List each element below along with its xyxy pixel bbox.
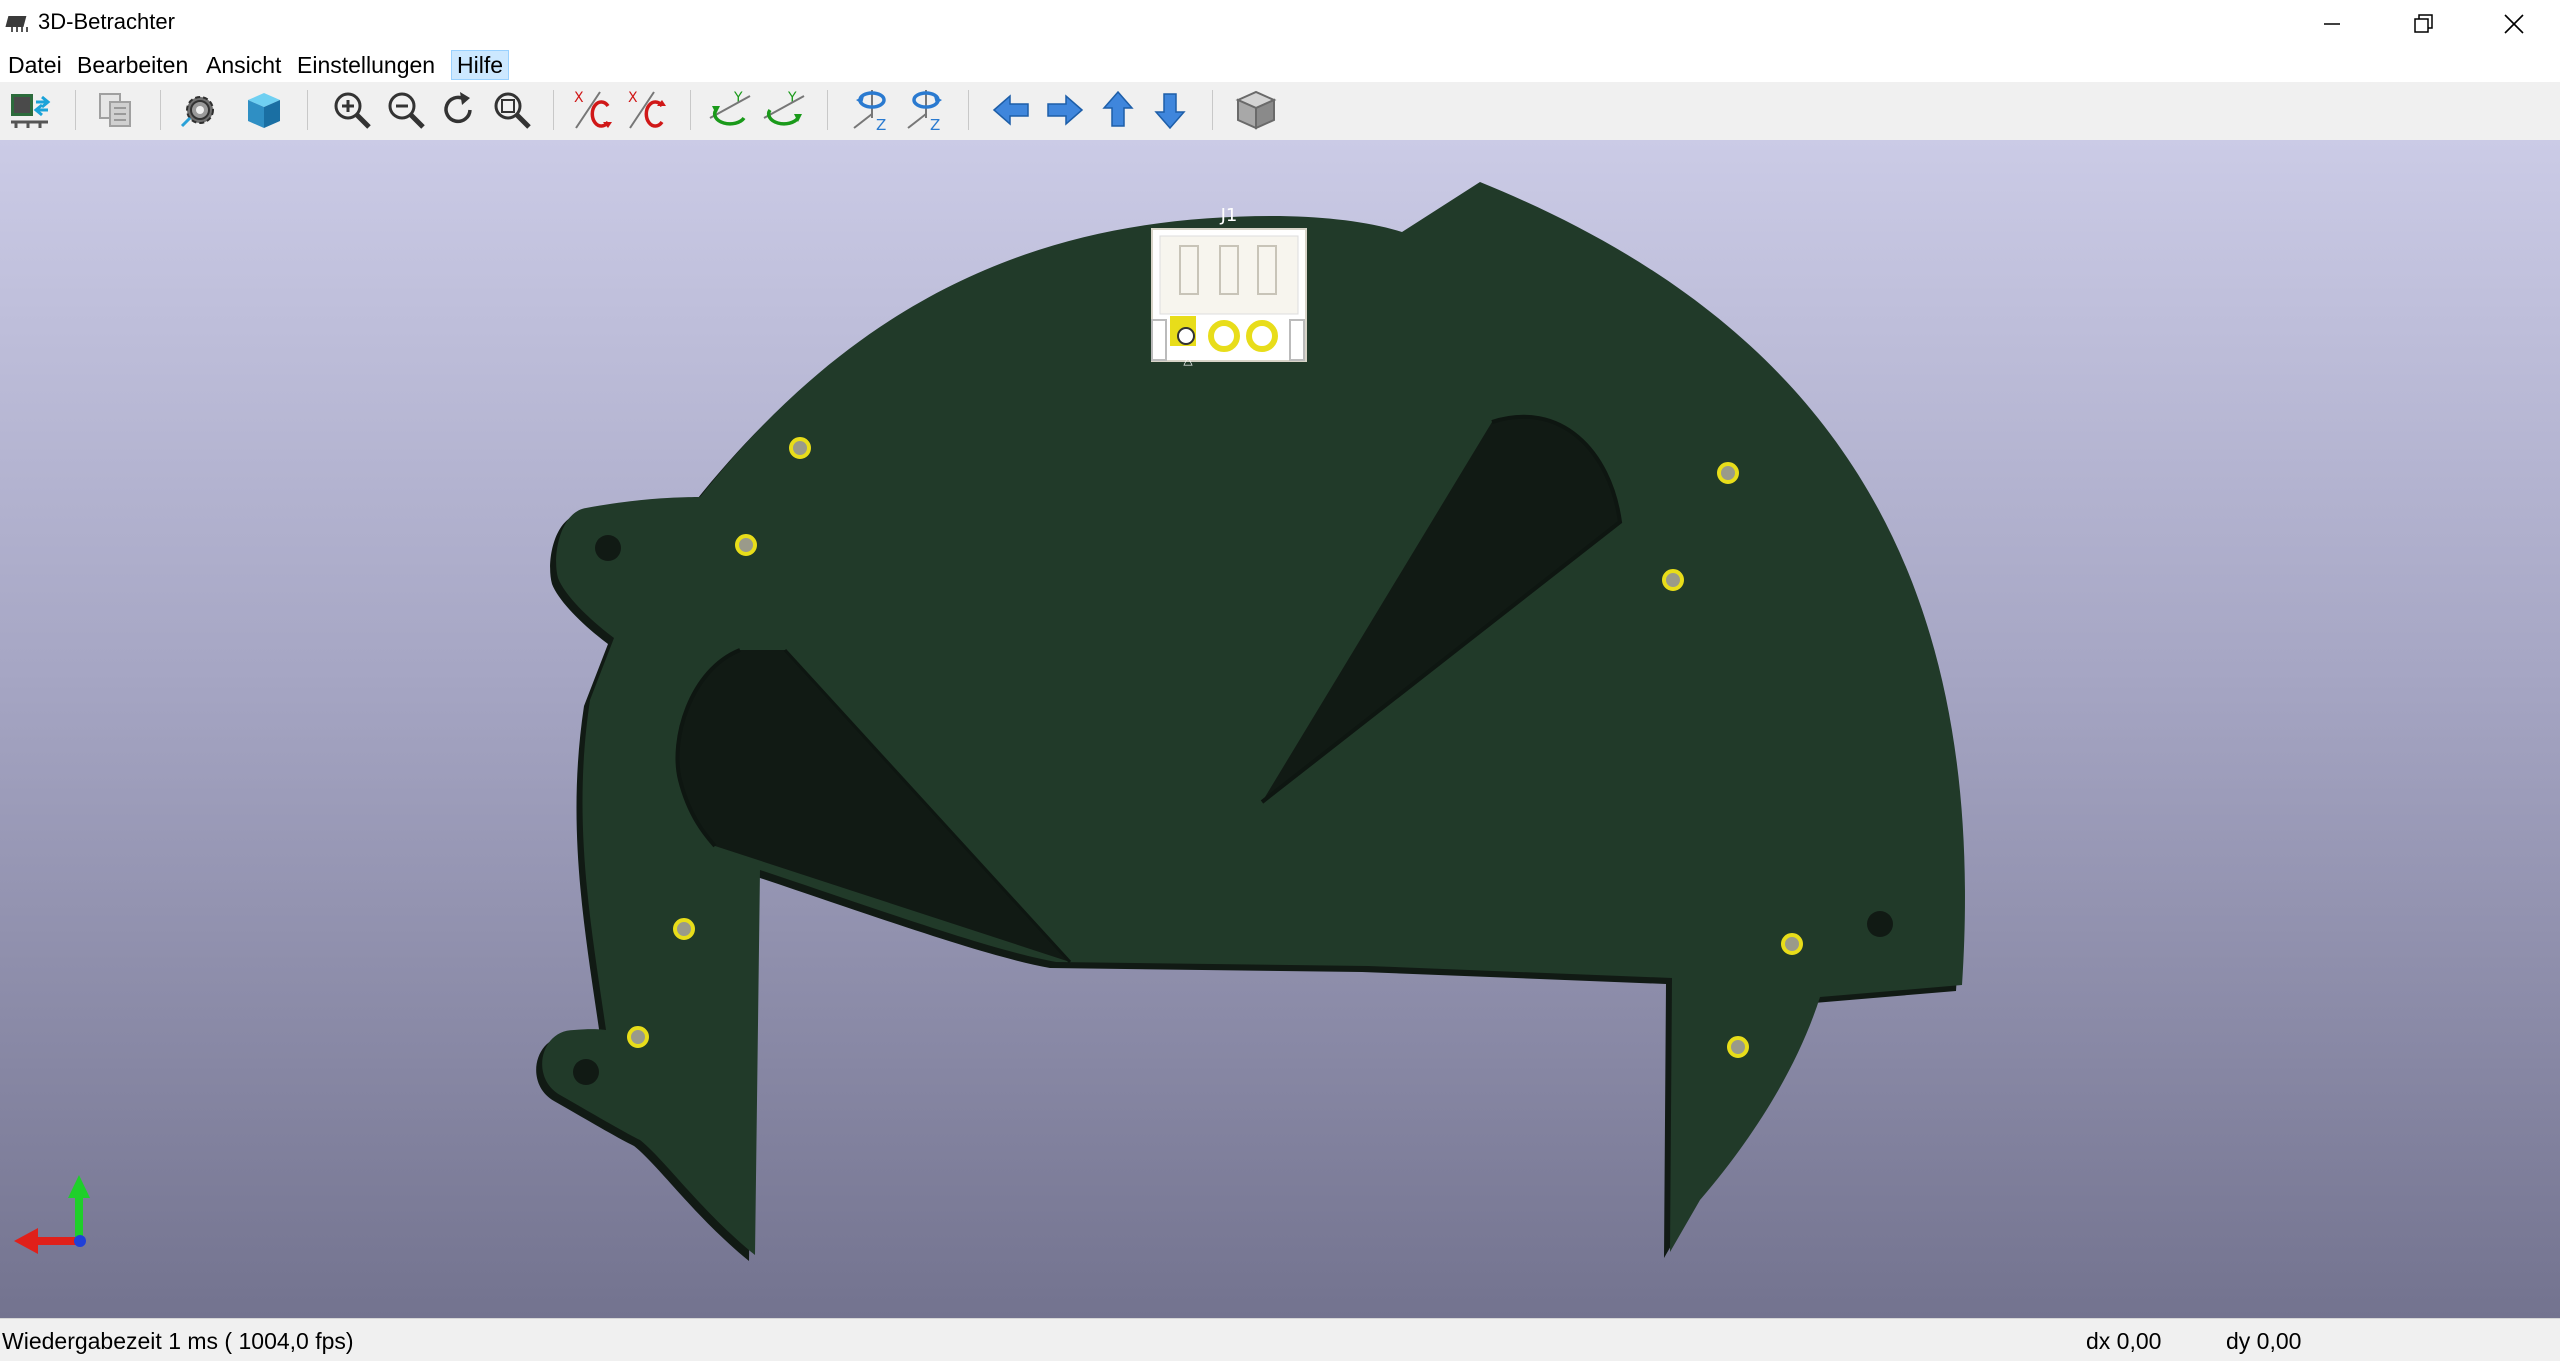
restore-button[interactable]: [2378, 0, 2470, 47]
redraw-button[interactable]: [434, 86, 482, 134]
pin1-marker: △: [1183, 353, 1193, 367]
board-render: J1 △: [14, 182, 1965, 1261]
toolbar-separator: [160, 90, 161, 130]
close-icon: [2504, 13, 2524, 34]
zoom-in-icon: [334, 92, 371, 129]
svg-text:Z: Z: [930, 116, 940, 132]
copy-image-icon: [99, 93, 131, 127]
dx-readout: dx 0,00: [2086, 1328, 2162, 1354]
orthographic-view-icon: [1235, 90, 1277, 130]
axis-indicator: [14, 1175, 90, 1254]
rotate-z-ccw-icon: Z: [907, 90, 942, 132]
pan-up-button[interactable]: [1094, 86, 1142, 134]
svg-text:X: X: [628, 90, 638, 106]
dy-readout: dy 0,00: [2226, 1328, 2302, 1354]
reload-board-icon: [11, 94, 51, 128]
toolbar: X X Y Y Z Z: [0, 82, 2560, 141]
via-pad: [1717, 462, 1739, 484]
pan-left-button[interactable]: [988, 86, 1036, 134]
via-pad: [789, 437, 811, 459]
zoom-fit-button[interactable]: [488, 86, 536, 134]
rotate-z-ccw-button[interactable]: Z: [902, 86, 950, 134]
rotate-x-cw-icon: X: [574, 90, 612, 129]
redraw-icon: [444, 92, 472, 124]
close-button[interactable]: [2468, 0, 2560, 47]
toolbar-separator: [690, 90, 691, 130]
pan-down-icon: [1154, 93, 1186, 130]
copy-image-button[interactable]: [92, 86, 140, 134]
via-pad: [673, 918, 695, 940]
settings-button[interactable]: [176, 86, 224, 134]
toolbar-separator: [827, 90, 828, 130]
restore-icon: [2414, 13, 2433, 33]
rotate-y-ccw-button[interactable]: Y: [760, 86, 808, 134]
pan-down-button[interactable]: [1146, 86, 1194, 134]
y-axis-arrow: [75, 1196, 83, 1238]
rotate-y-cw-icon: Y: [709, 90, 751, 126]
rotate-y-ccw-icon: Y: [763, 90, 805, 126]
menu-datei[interactable]: Datei: [3, 50, 67, 80]
render-time: Wiedergabezeit 1 ms ( 1004,0 fps): [2, 1328, 354, 1354]
status-bar: Wiedergabezeit 1 ms ( 1004,0 fps) dx 0,0…: [0, 1318, 2560, 1361]
chip-icon: [5, 16, 28, 32]
via-pad: [1781, 933, 1803, 955]
toolbar-separator: [968, 90, 969, 130]
z-axis-arrow: [74, 1235, 86, 1247]
connector-j1: [1151, 228, 1307, 362]
title-bar: 3D-Betrachter: [0, 0, 2560, 47]
rotate-z-cw-button[interactable]: Z: [848, 86, 896, 134]
menu-ansicht[interactable]: Ansicht: [201, 50, 286, 80]
pan-left-icon: [992, 94, 1029, 126]
via-pad: [1727, 1036, 1749, 1058]
rotate-x-ccw-button[interactable]: X: [624, 86, 672, 134]
zoom-fit-icon: [494, 92, 531, 129]
3d-viewport[interactable]: J1 △: [0, 140, 2560, 1318]
rotate-x-ccw-icon: X: [628, 90, 666, 129]
window-title: 3D-Betrachter: [38, 9, 175, 34]
minimize-icon: [2324, 22, 2340, 25]
toolbar-separator: [553, 90, 554, 130]
menu-bar: Datei Bearbeiten Ansicht Einstellungen H…: [0, 47, 2560, 82]
rotate-z-cw-icon: Z: [853, 90, 886, 132]
toolbar-separator: [1212, 90, 1213, 130]
minimize-button[interactable]: [2286, 0, 2378, 47]
svg-text:X: X: [574, 90, 584, 106]
orthographic-view-button[interactable]: [1232, 86, 1280, 134]
svg-text:Z: Z: [876, 116, 886, 132]
reload-board-button[interactable]: [6, 86, 54, 134]
zoom-out-button[interactable]: [382, 86, 430, 134]
pan-up-icon: [1102, 90, 1134, 127]
connector-reference: J1: [1220, 205, 1238, 226]
menu-einstellungen[interactable]: Einstellungen: [292, 50, 440, 80]
zoom-out-icon: [388, 92, 425, 129]
pan-right-icon: [1047, 94, 1084, 126]
render-mode-button[interactable]: [240, 86, 288, 134]
toolbar-separator: [307, 90, 308, 130]
via-pad: [627, 1026, 649, 1048]
rotate-y-cw-button[interactable]: Y: [706, 86, 754, 134]
menu-bearbeiten[interactable]: Bearbeiten: [72, 50, 193, 80]
via-pad: [1662, 569, 1684, 591]
render-mode-cube-icon: [248, 93, 280, 128]
menu-hilfe[interactable]: Hilfe: [451, 50, 510, 80]
via-pad: [735, 534, 757, 556]
pan-right-button[interactable]: [1040, 86, 1088, 134]
rotate-x-cw-button[interactable]: X: [570, 86, 618, 134]
settings-gear-icon: [180, 96, 214, 128]
toolbar-separator: [75, 90, 76, 130]
zoom-in-button[interactable]: [328, 86, 376, 134]
